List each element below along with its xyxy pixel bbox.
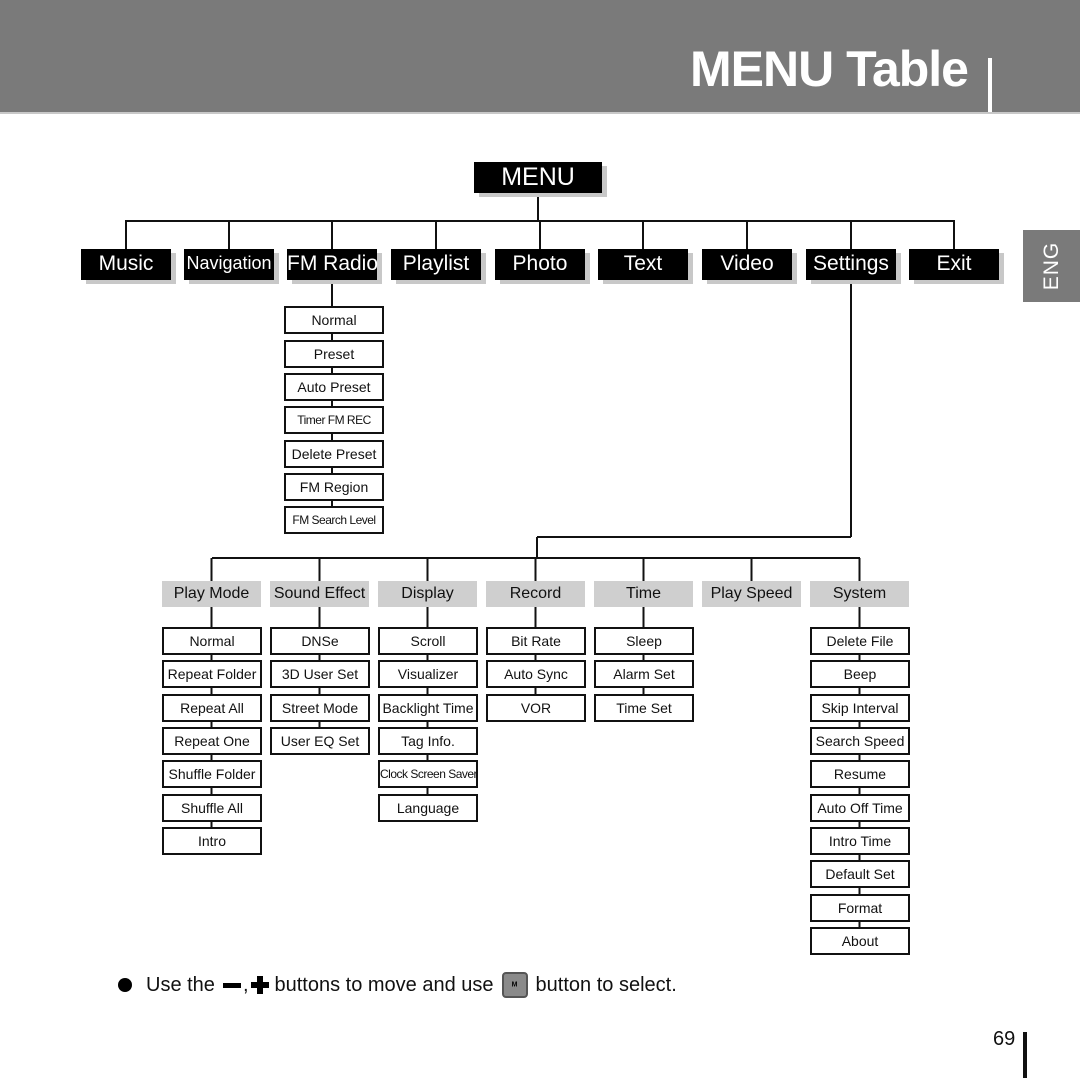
setting-item-visualizer[interactable]: Visualizer <box>378 660 478 688</box>
plus-button-icon <box>250 976 269 994</box>
setting-item-repeat-all[interactable]: Repeat All <box>162 694 262 722</box>
menu-item-exit[interactable]: Exit <box>909 249 999 280</box>
instruction-separator: , <box>242 973 249 996</box>
category-time[interactable]: Time <box>594 581 693 607</box>
setting-item-shuffle-folder[interactable]: Shuffle Folder <box>162 760 262 788</box>
setting-item-street-mode[interactable]: Street Mode <box>270 694 370 722</box>
category-play-speed[interactable]: Play Speed <box>702 581 801 607</box>
bullet-icon <box>118 978 132 992</box>
setting-item-3d-user-set[interactable]: 3D User Set <box>270 660 370 688</box>
setting-item-about[interactable]: About <box>810 927 910 955</box>
fm-item-fm-search-level[interactable]: FM Search Level <box>284 506 384 534</box>
minus-button-icon <box>222 982 241 988</box>
setting-item-resume[interactable]: Resume <box>810 760 910 788</box>
setting-item-backlight-time[interactable]: Backlight Time <box>378 694 478 722</box>
setting-item-user-eq-set[interactable]: User EQ Set <box>270 727 370 755</box>
setting-item-vor[interactable]: VOR <box>486 694 586 722</box>
setting-item-repeat-one[interactable]: Repeat One <box>162 727 262 755</box>
fm-item-auto-preset[interactable]: Auto Preset <box>284 373 384 401</box>
setting-item-delete-file[interactable]: Delete File <box>810 627 910 655</box>
setting-item-beep[interactable]: Beep <box>810 660 910 688</box>
menu-button-label: M <box>511 981 518 989</box>
setting-item-repeat-folder[interactable]: Repeat Folder <box>162 660 262 688</box>
instruction-text-3: button to select. <box>535 973 677 996</box>
setting-item-auto-sync[interactable]: Auto Sync <box>486 660 586 688</box>
setting-item-skip-interval[interactable]: Skip Interval <box>810 694 910 722</box>
instruction-line: Use the , buttons to move and use M butt… <box>118 972 677 998</box>
menu-item-fm-radio[interactable]: FM Radio <box>287 249 378 280</box>
menu-item-photo[interactable]: Photo <box>495 249 585 280</box>
instruction-text-1: Use the <box>146 973 215 996</box>
setting-item-bit-rate[interactable]: Bit Rate <box>486 627 586 655</box>
menu-item-settings[interactable]: Settings <box>806 249 896 280</box>
setting-item-time-set[interactable]: Time Set <box>594 694 694 722</box>
menu-item-playlist[interactable]: Playlist <box>391 249 481 280</box>
category-display[interactable]: Display <box>378 581 477 607</box>
menu-item-text[interactable]: Text <box>598 249 688 280</box>
setting-item-clock-screen-saver[interactable]: Clock Screen Saver <box>378 760 478 788</box>
setting-item-search-speed[interactable]: Search Speed <box>810 727 910 755</box>
fm-item-timer-fm-rec[interactable]: Timer FM REC <box>284 406 384 434</box>
setting-item-scroll[interactable]: Scroll <box>378 627 478 655</box>
setting-item-default-set[interactable]: Default Set <box>810 860 910 888</box>
setting-item-normal[interactable]: Normal <box>162 627 262 655</box>
setting-item-format[interactable]: Format <box>810 894 910 922</box>
setting-item-shuffle-all[interactable]: Shuffle All <box>162 794 262 822</box>
instruction-text-2: buttons to move and use <box>274 973 494 996</box>
menu-item-navigation[interactable]: Navigation <box>184 249 274 280</box>
setting-item-dnse[interactable]: DNSe <box>270 627 370 655</box>
menu-item-music[interactable]: Music <box>81 249 171 280</box>
page-number-divider <box>1023 1032 1027 1078</box>
setting-item-tag-info[interactable]: Tag Info. <box>378 727 478 755</box>
setting-item-intro[interactable]: Intro <box>162 827 262 855</box>
setting-item-alarm-set[interactable]: Alarm Set <box>594 660 694 688</box>
menu-item-video[interactable]: Video <box>702 249 792 280</box>
setting-item-language[interactable]: Language <box>378 794 478 822</box>
category-play-mode[interactable]: Play Mode <box>162 581 261 607</box>
fm-item-preset[interactable]: Preset <box>284 340 384 368</box>
fm-item-delete-preset[interactable]: Delete Preset <box>284 440 384 468</box>
category-system[interactable]: System <box>810 581 909 607</box>
setting-item-auto-off-time[interactable]: Auto Off Time <box>810 794 910 822</box>
fm-item-normal[interactable]: Normal <box>284 306 384 334</box>
setting-item-sleep[interactable]: Sleep <box>594 627 694 655</box>
page-number: 69 <box>993 1028 1016 1050</box>
menu-root: MENU <box>474 162 602 193</box>
category-sound-effect[interactable]: Sound Effect <box>270 581 369 607</box>
setting-item-intro-time[interactable]: Intro Time <box>810 827 910 855</box>
category-record[interactable]: Record <box>486 581 585 607</box>
fm-item-fm-region[interactable]: FM Region <box>284 473 384 501</box>
menu-button-icon: M <box>501 972 528 998</box>
